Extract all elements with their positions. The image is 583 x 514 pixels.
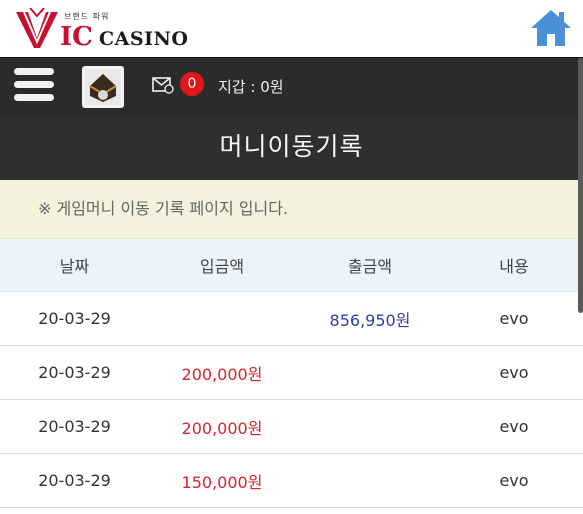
table-row: 20-03-29 150,000원 evo: [0, 454, 583, 508]
row-deposit: 200,000원: [181, 418, 263, 438]
mail-icon[interactable]: [152, 76, 174, 94]
row-content: evo: [499, 471, 529, 490]
row-deposit: 200,000원: [181, 364, 263, 384]
row-withdraw: [295, 346, 445, 399]
table-header: 날짜 입금액 출금액 내용: [0, 239, 583, 292]
table-row: 20-03-29 856,950원 evo: [0, 292, 583, 346]
scrollbar[interactable]: [578, 58, 583, 313]
menu-icon[interactable]: [14, 68, 54, 104]
row-date: 20-03-29: [38, 363, 111, 382]
unread-count-badge: 0: [180, 72, 204, 96]
row-deposit: 150,000원: [181, 472, 263, 492]
row-date: 20-03-29: [38, 417, 111, 436]
row-withdraw: 856,950원: [329, 310, 411, 330]
row-content: evo: [499, 417, 529, 436]
page-title: 머니이동기록: [0, 114, 583, 180]
header-deposit: 입금액: [199, 257, 245, 276]
table-row: 20-03-29 200,000원 evo: [0, 400, 583, 454]
brand-name-main: IC: [60, 22, 93, 52]
table-row: 20-03-29 200,000원 evo: [0, 346, 583, 400]
row-date: 20-03-29: [38, 471, 111, 490]
row-withdraw: [295, 454, 445, 507]
brand-logo[interactable]: 브랜드 파워 IC CASINO: [14, 6, 194, 52]
home-icon[interactable]: [529, 6, 573, 50]
row-deposit: [149, 292, 295, 345]
header-withdraw: 출금액: [347, 257, 393, 276]
row-content: evo: [499, 363, 529, 382]
row-date: 20-03-29: [38, 309, 111, 328]
avatar-icon[interactable]: [82, 66, 124, 108]
v-logo-icon: [16, 8, 58, 48]
notice-text: ※ 게임머니 이동 기록 페이지 입니다.: [0, 180, 583, 239]
top-header: 브랜드 파워 IC CASINO: [0, 0, 583, 57]
brand-tagline: 브랜드 파워: [64, 12, 110, 21]
wallet-balance: 지갑 : 0원: [218, 78, 284, 96]
row-content: evo: [499, 309, 529, 328]
header-date: 날짜: [59, 257, 90, 276]
brand-name-rest: CASINO: [99, 28, 189, 50]
header-content: 내용: [499, 257, 529, 276]
row-withdraw: [295, 400, 445, 453]
nav-bar: 0 지갑 : 0원: [0, 57, 583, 114]
